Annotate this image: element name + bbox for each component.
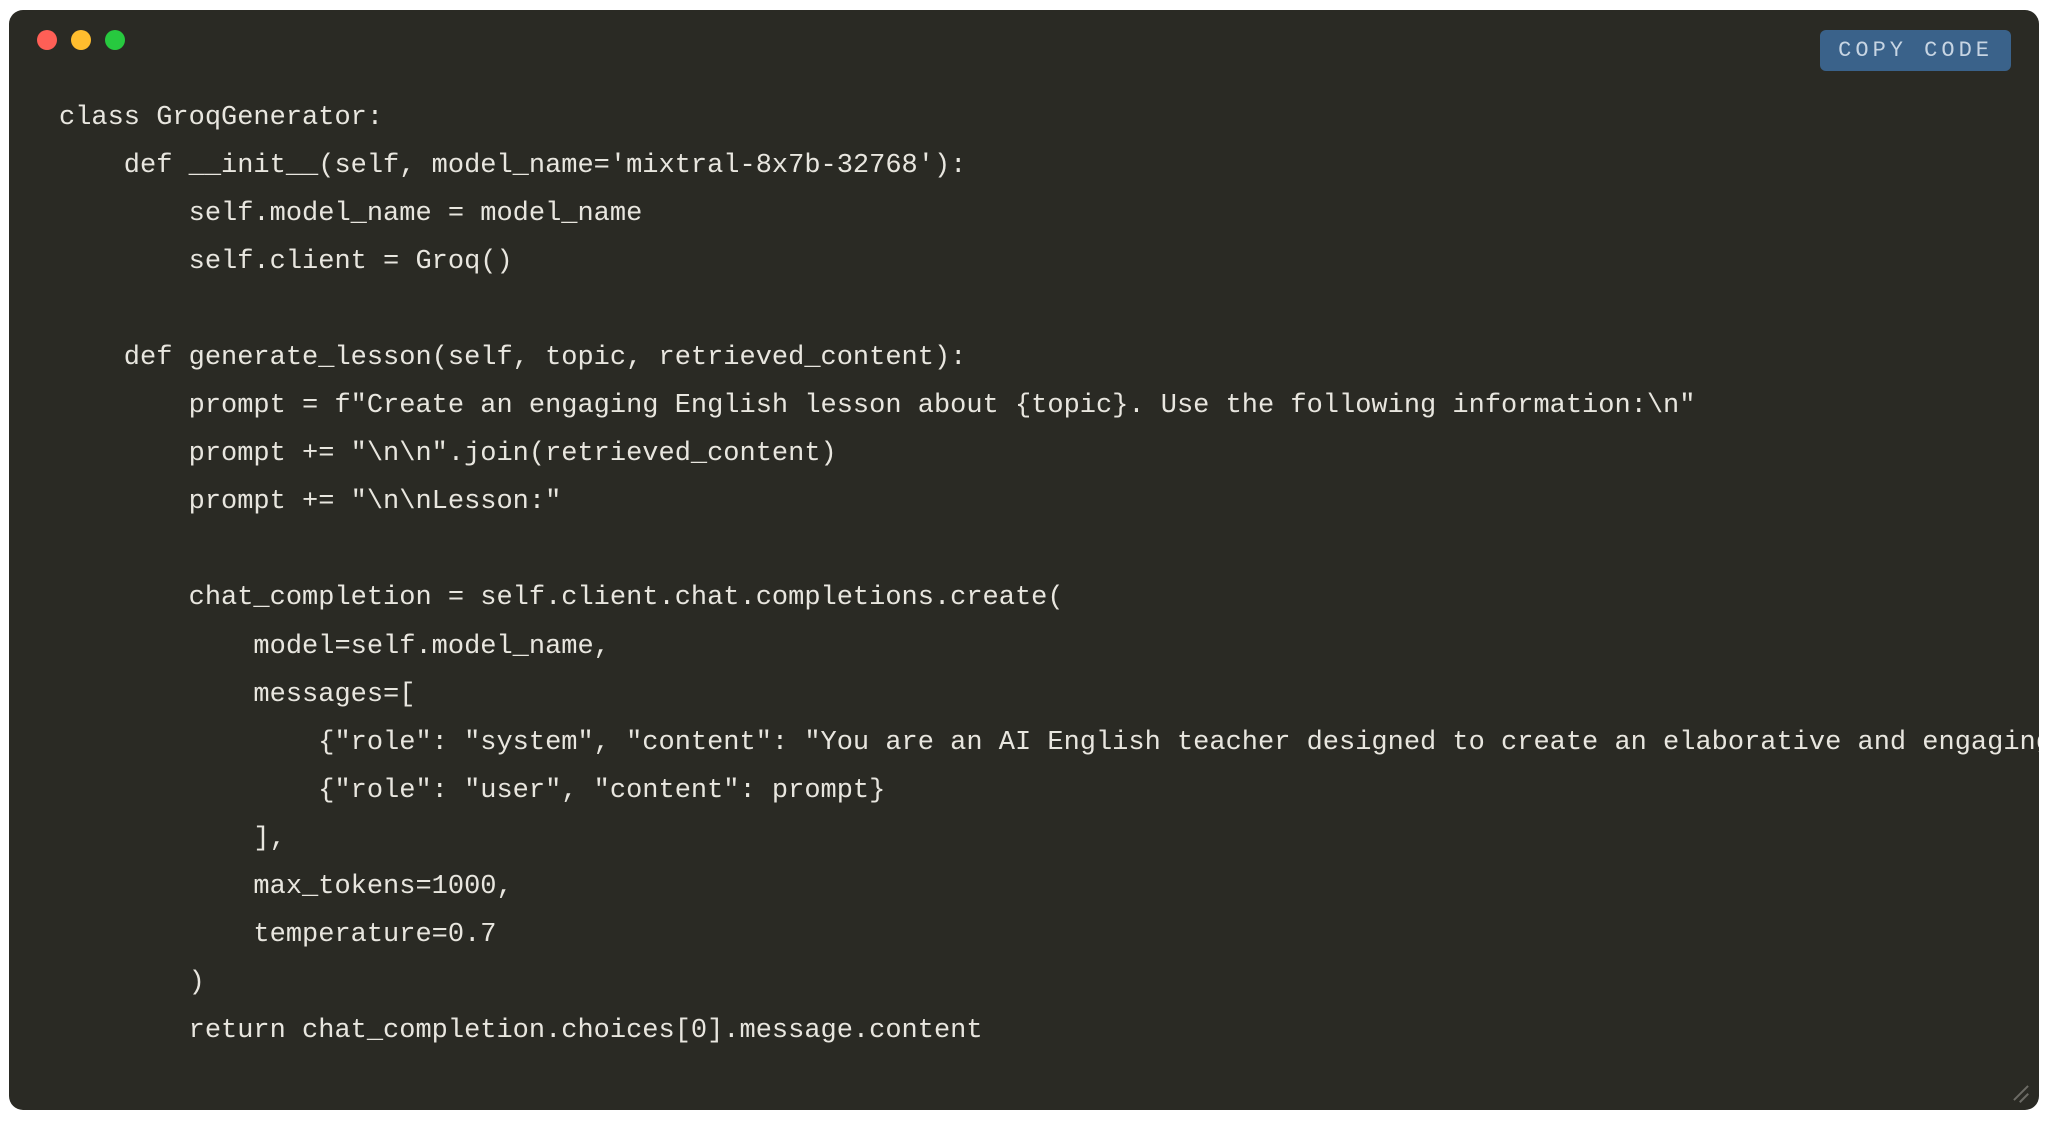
code-content[interactable]: class GroqGenerator: def __init__(self, … — [9, 70, 2039, 1110]
titlebar: COPY CODE — [9, 10, 2039, 70]
copy-code-button[interactable]: COPY CODE — [1820, 30, 2011, 71]
code-window: COPY CODE class GroqGenerator: def __ini… — [9, 10, 2039, 1110]
close-icon[interactable] — [37, 30, 57, 50]
minimize-icon[interactable] — [71, 30, 91, 50]
resize-handle-icon[interactable] — [2007, 1078, 2029, 1100]
maximize-icon[interactable] — [105, 30, 125, 50]
traffic-lights — [37, 30, 125, 50]
